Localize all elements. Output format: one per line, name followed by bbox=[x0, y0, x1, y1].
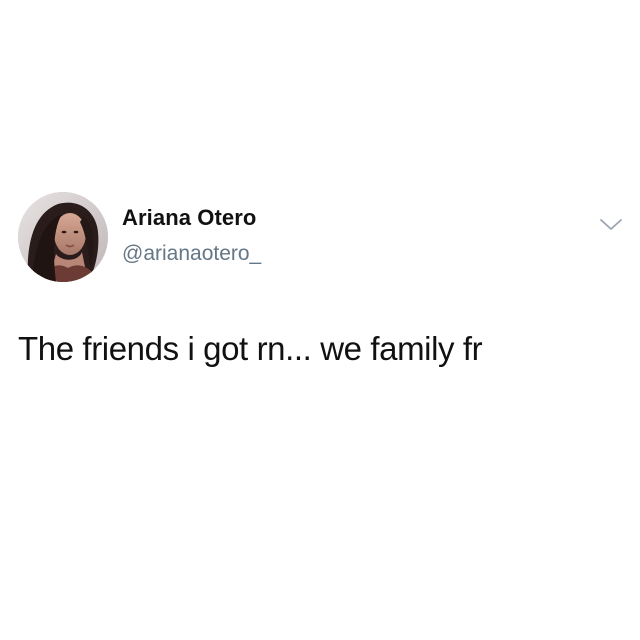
tweet-text: The friends i got rn... we family fr bbox=[18, 330, 483, 367]
avatar[interactable] bbox=[18, 192, 108, 282]
author-display-name[interactable]: Ariana Otero bbox=[122, 205, 256, 231]
tweet-card: Ariana Otero @arianaotero_ The friends i… bbox=[0, 0, 640, 640]
chevron-down-icon[interactable] bbox=[598, 216, 624, 234]
author-handle[interactable]: @arianaotero_ bbox=[122, 242, 261, 266]
avatar-photo bbox=[18, 192, 108, 282]
